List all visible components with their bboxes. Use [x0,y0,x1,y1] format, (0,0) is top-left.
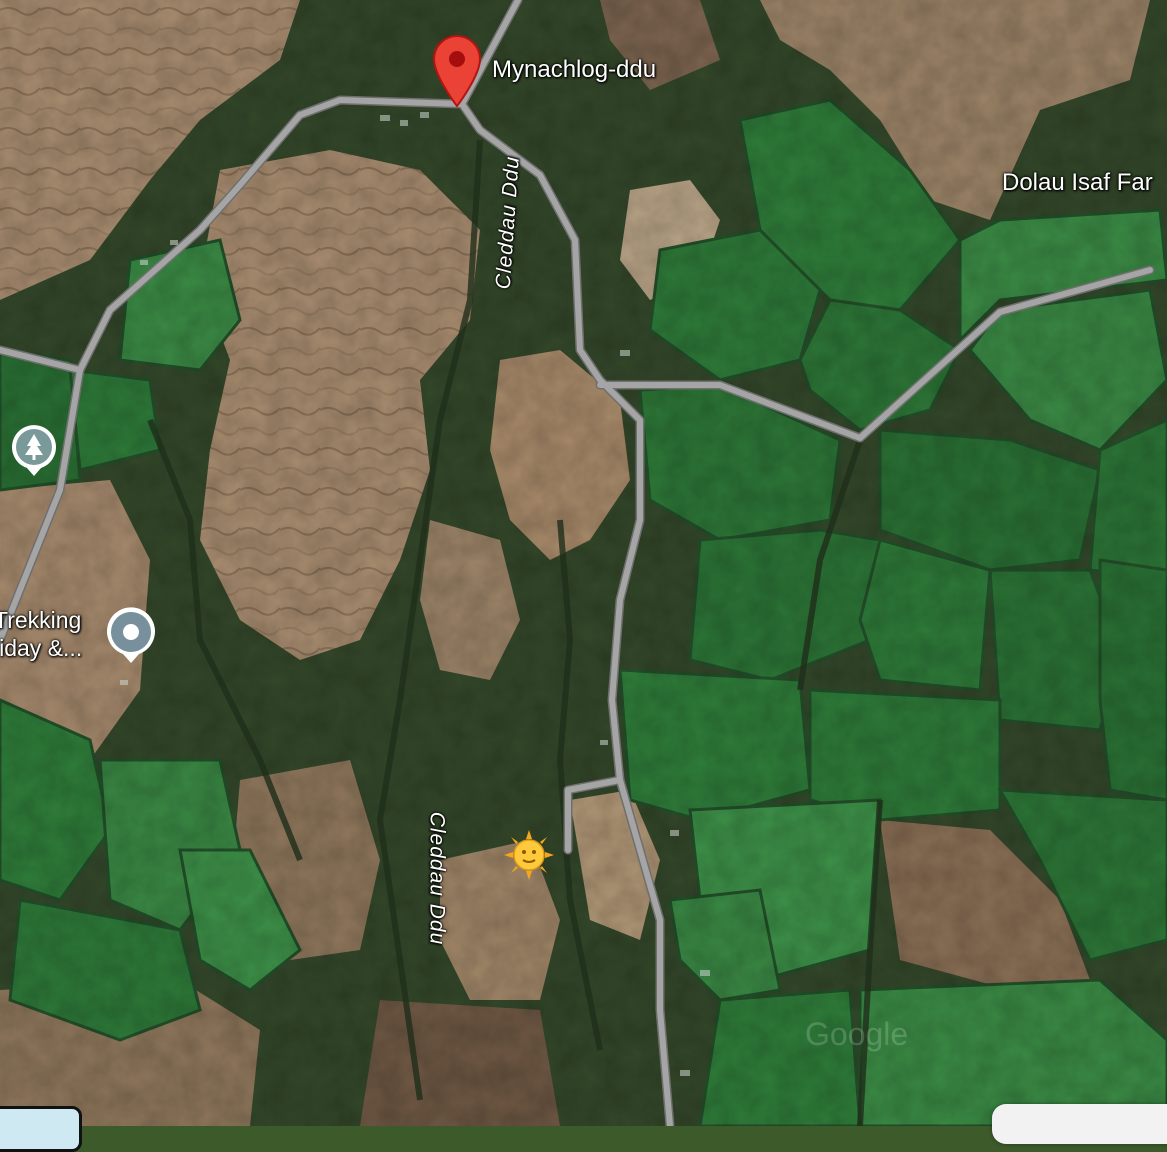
farm-label[interactable]: Dolau Isaf Far [1002,171,1153,195]
poi-dot-icon[interactable] [105,607,157,665]
streetview-control-fragment[interactable] [992,1104,1167,1144]
satellite-map[interactable] [0,0,1167,1126]
village-label[interactable]: Mynachlog-ddu [492,58,656,82]
layers-control-fragment[interactable] [0,1106,82,1152]
map-watermark: Google [805,1016,909,1052]
sun-icon[interactable] [504,830,554,880]
poi-label-line2: liday &... [0,635,83,661]
tree-icon[interactable] [10,424,58,478]
poi-label-line1: Trekking [0,607,82,633]
poi-label[interactable]: Trekking liday &... [0,606,82,662]
river-label-lower: Cleddau Ddu [425,811,449,946]
location-pin-icon[interactable] [430,34,484,108]
